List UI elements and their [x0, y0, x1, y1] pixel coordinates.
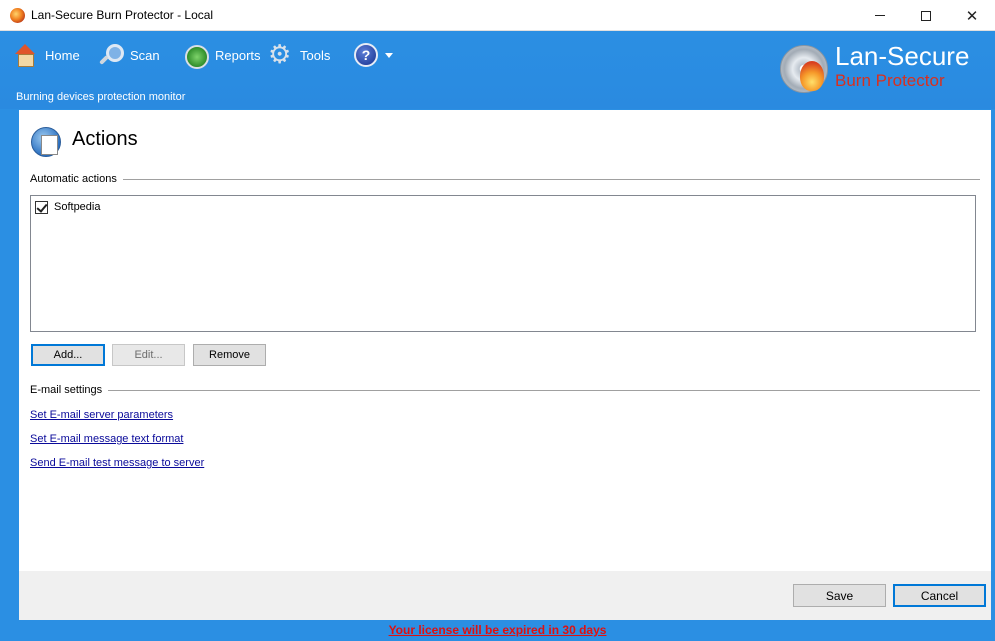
toolbar: Home Scan Reports Tools ? Lan-Secure Bur… — [0, 31, 995, 109]
automatic-actions-divider — [30, 179, 980, 180]
automatic-actions-list[interactable]: Softpedia — [30, 195, 976, 332]
toolbar-tools-button[interactable]: Tools — [268, 39, 331, 69]
maximize-button[interactable] — [903, 0, 949, 31]
home-icon — [13, 43, 37, 67]
toolbar-reports-label: Reports — [215, 47, 261, 63]
status-bar: Your license will be expired in 30 days — [0, 619, 995, 641]
help-dropdown-arrow-icon[interactable] — [385, 53, 393, 58]
page-title: Actions — [72, 128, 138, 150]
list-item-label: Softpedia — [54, 201, 101, 213]
gear-icon — [268, 39, 292, 69]
help-icon: ? — [354, 43, 378, 67]
toolbar-help-button[interactable]: ? — [354, 42, 378, 68]
softpedia-checkbox[interactable] — [35, 200, 48, 214]
brand-subtitle: Burn Protector — [835, 71, 945, 90]
set-email-server-link[interactable]: Set E-mail server parameters — [30, 409, 173, 421]
automatic-actions-label: Automatic actions — [30, 173, 123, 185]
license-expiry-link[interactable]: Your license will be expired in 30 days — [389, 623, 607, 637]
actions-icon — [31, 127, 61, 157]
cancel-button[interactable]: Cancel — [893, 584, 986, 607]
edit-button[interactable]: Edit... — [112, 344, 185, 366]
toolbar-home-label: Home — [45, 47, 80, 63]
window-title: Lan-Secure Burn Protector - Local — [31, 8, 214, 22]
email-settings-label: E-mail settings — [30, 384, 109, 396]
toolbar-subtitle: Burning devices protection monitor — [16, 91, 186, 103]
toolbar-scan-button[interactable]: Scan — [98, 42, 160, 68]
close-button[interactable]: ✕ — [949, 0, 995, 31]
title-bar: Lan-Secure Burn Protector - Local ✕ — [0, 0, 995, 31]
toolbar-scan-label: Scan — [130, 47, 160, 63]
close-icon: ✕ — [965, 7, 979, 25]
set-email-format-link[interactable]: Set E-mail message text format — [30, 433, 183, 445]
brand-flame-logo — [800, 61, 824, 91]
actions-panel: Actions Automatic actions Softpedia Add.… — [19, 110, 991, 620]
remove-button[interactable]: Remove — [193, 344, 266, 366]
app-icon — [10, 8, 25, 23]
magnifier-icon — [98, 43, 124, 67]
toolbar-tools-label: Tools — [300, 47, 331, 63]
reports-icon — [183, 43, 209, 69]
minimize-icon — [875, 15, 885, 16]
add-button[interactable]: Add... — [31, 344, 105, 366]
list-item[interactable]: Softpedia — [35, 200, 100, 214]
panel-footer: Save Cancel — [19, 571, 991, 620]
maximize-icon — [921, 10, 931, 21]
toolbar-reports-button[interactable]: Reports — [183, 42, 261, 69]
toolbar-home-button[interactable]: Home — [13, 42, 80, 68]
save-button[interactable]: Save — [793, 584, 886, 607]
main-frame: Home Scan Reports Tools ? Lan-Secure Bur… — [0, 31, 995, 641]
email-settings-divider — [30, 390, 980, 391]
minimize-button[interactable] — [857, 0, 903, 31]
brand-title: Lan-Secure — [835, 41, 970, 71]
send-test-email-link[interactable]: Send E-mail test message to server — [30, 457, 204, 469]
